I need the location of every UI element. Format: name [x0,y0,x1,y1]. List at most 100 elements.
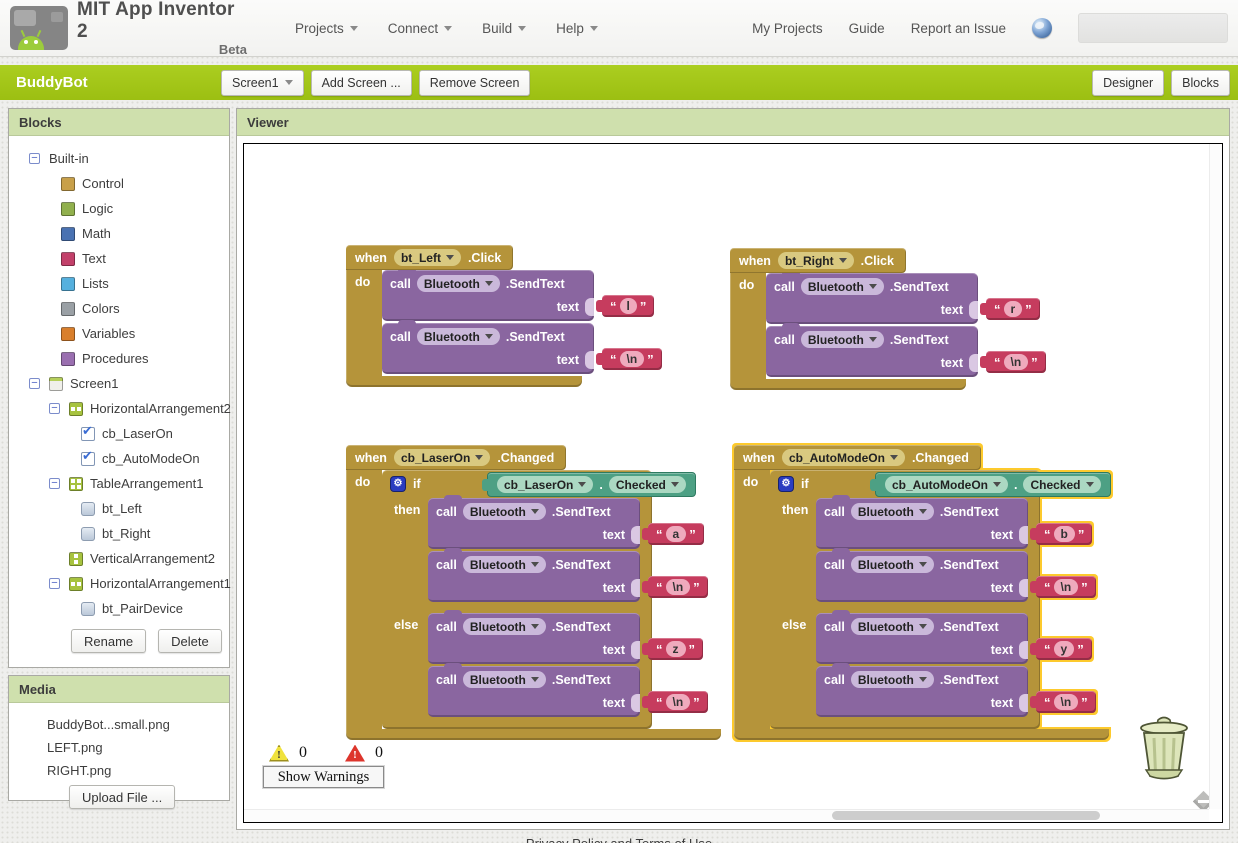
tree-item-horizontalarrangement1[interactable]: HorizontalArrangement1 [9,571,231,596]
tree-item-bt-left[interactable]: bt_Left [9,496,229,521]
tree-item-bt-right[interactable]: bt_Right [9,521,229,546]
rename-button[interactable]: Rename [71,629,147,653]
component-dropdown[interactable]: Bluetooth [800,278,884,295]
tree-item-text[interactable]: Text [9,246,229,271]
string-value[interactable]: l [619,298,637,314]
horizontal-scrollbar-thumb[interactable] [832,811,1100,820]
string-value[interactable]: a [665,526,687,542]
component-dropdown[interactable]: Bluetooth [416,275,500,292]
text-string-block[interactable]: “a” [642,523,704,545]
call-bluetooth-sendtext[interactable]: call Bluetooth .SendText text “l” [382,267,655,321]
vertical-scrollbar[interactable] [1209,144,1222,809]
string-value[interactable]: r [1003,301,1023,317]
tree-item-verticalarrangement2[interactable]: VerticalArrangement2 [9,546,229,571]
trash-can-icon[interactable] [1132,712,1196,786]
component-dropdown[interactable]: Bluetooth [850,618,934,635]
horizontal-scrollbar[interactable] [244,809,1209,822]
component-dropdown[interactable]: cb_AutoModeOn [885,476,1008,493]
blocks-button[interactable]: Blocks [1171,69,1230,96]
tree-item-bt-pairdevice[interactable]: bt_PairDevice [9,596,229,621]
add-screen-button[interactable]: Add Screen ... [310,69,412,96]
call-bluetooth-sendtext[interactable]: call Bluetooth .SendText text “\n” [816,663,1096,717]
tree-item-logic[interactable]: Logic [9,196,229,221]
if-else-block[interactable]: ⚙ if cb_LaserOn . Checked then call Bluet… [382,470,708,729]
block-when-bt-left-click[interactable]: when bt_Left .Click do call Bluetooth .Sen… [346,245,662,387]
component-dropdown[interactable]: Bluetooth [850,671,934,688]
guide-link[interactable]: Guide [849,21,885,36]
text-string-block[interactable]: “r” [980,298,1040,320]
string-value[interactable]: \n [665,579,691,595]
component-dropdown[interactable]: Bluetooth [800,331,884,348]
tree-item-colors[interactable]: Colors [9,296,229,321]
text-string-block[interactable]: “b” [1029,523,1093,545]
delete-button[interactable]: Delete [158,629,222,653]
upload-file-button[interactable]: Upload File ... [69,785,176,809]
collapse-icon[interactable] [29,153,40,164]
tree-item-control[interactable]: Control [9,171,229,196]
text-string-block[interactable]: “\n” [596,348,662,370]
remove-screen-button[interactable]: Remove Screen [418,69,531,96]
tree-item-cb-laseron[interactable]: cb_LaserOn [9,421,229,446]
menu-build[interactable]: Build [482,21,527,36]
component-dropdown[interactable]: cb_LaserOn [393,449,491,466]
show-warnings-button[interactable]: Show Warnings [263,766,384,788]
collapse-icon[interactable] [49,403,60,414]
string-value[interactable]: \n [1053,579,1079,595]
block-when-bt-right-click[interactable]: when bt_Right .Click do call Bluetooth .Se… [730,248,1046,390]
language-globe-icon[interactable] [1032,18,1052,38]
text-string-block[interactable]: “\n” [980,351,1046,373]
block-when-cb-laseron-changed[interactable]: when cb_LaserOn .Changed do ⚙ if cb_Lase… [346,445,721,740]
tree-item-horizontalarrangement2[interactable]: HorizontalArrangement2 [9,396,231,421]
tree-item-lists[interactable]: Lists [9,271,229,296]
string-value[interactable]: z [665,641,686,657]
report-issue-link[interactable]: Report an Issue [911,21,1006,36]
property-dropdown[interactable]: Checked [1023,476,1101,493]
call-bluetooth-sendtext[interactable]: call Bluetooth .SendText text “\n” [766,323,1046,377]
string-value[interactable]: \n [1053,694,1079,710]
text-string-block[interactable]: “\n” [1030,576,1096,598]
tree-item-procedures[interactable]: Procedures [9,346,229,371]
call-bluetooth-sendtext[interactable]: call Bluetooth .SendText text “\n” [816,548,1096,602]
component-dropdown[interactable]: Bluetooth [462,671,546,688]
menu-connect[interactable]: Connect [388,21,453,36]
property-dropdown[interactable]: Checked [608,476,686,493]
string-value[interactable]: \n [619,351,645,367]
component-dropdown[interactable]: Bluetooth [462,503,546,520]
blocks-canvas[interactable]: when bt_Left .Click do call Bluetooth .Sen… [243,143,1223,823]
call-bluetooth-sendtext[interactable]: call Bluetooth .SendText text “a” [428,495,704,549]
tree-item-screen1[interactable]: Screen1 [9,371,229,396]
string-value[interactable]: \n [665,694,691,710]
collapse-icon[interactable] [49,478,60,489]
call-bluetooth-sendtext[interactable]: call Bluetooth .SendText text “r” [766,270,1040,324]
call-bluetooth-sendtext[interactable]: call Bluetooth .SendText text “\n” [382,320,662,374]
call-bluetooth-sendtext[interactable]: call Bluetooth .SendText text “z” [428,610,703,664]
media-file[interactable]: RIGHT.png [47,759,229,782]
menu-projects[interactable]: Projects [295,21,358,36]
text-string-block[interactable]: “\n” [1030,691,1096,713]
component-dropdown[interactable]: cb_AutoModeOn [781,449,905,466]
text-string-block[interactable]: “\n” [642,691,708,713]
call-bluetooth-sendtext[interactable]: call Bluetooth .SendText text “\n” [428,548,708,602]
component-dropdown[interactable]: bt_Left [393,249,461,266]
collapse-icon[interactable] [29,378,40,389]
text-string-block[interactable]: “y” [1030,638,1092,660]
mutator-gear-icon[interactable]: ⚙ [778,476,794,492]
component-dropdown[interactable]: Bluetooth [462,556,546,573]
tree-item-variables[interactable]: Variables [9,321,229,346]
tree-item-math[interactable]: Math [9,221,229,246]
call-bluetooth-sendtext[interactable]: call Bluetooth .SendText text “y” [816,610,1092,664]
text-string-block[interactable]: “l” [595,295,655,317]
my-projects-link[interactable]: My Projects [752,21,823,36]
text-string-block[interactable]: “\n” [642,576,708,598]
block-when-cb-automodeon-changed[interactable]: when cb_AutoModeOn .Changed do ⚙ if cb_A… [734,445,1111,740]
mutator-gear-icon[interactable]: ⚙ [390,476,406,492]
collapse-icon[interactable] [49,578,60,589]
account-menu[interactable] [1078,13,1228,43]
call-bluetooth-sendtext[interactable]: call Bluetooth .SendText text “\n” [428,663,708,717]
if-else-block[interactable]: ⚙ if cb_AutoModeOn . Checked then call Bl… [770,470,1111,729]
string-value[interactable]: \n [1003,354,1029,370]
tree-item-builtin[interactable]: Built-in [9,146,229,171]
component-dropdown[interactable]: Bluetooth [416,328,500,345]
component-dropdown[interactable]: cb_LaserOn [497,476,594,493]
checked-getter-block[interactable]: cb_AutoModeOn . Checked [870,472,1111,497]
